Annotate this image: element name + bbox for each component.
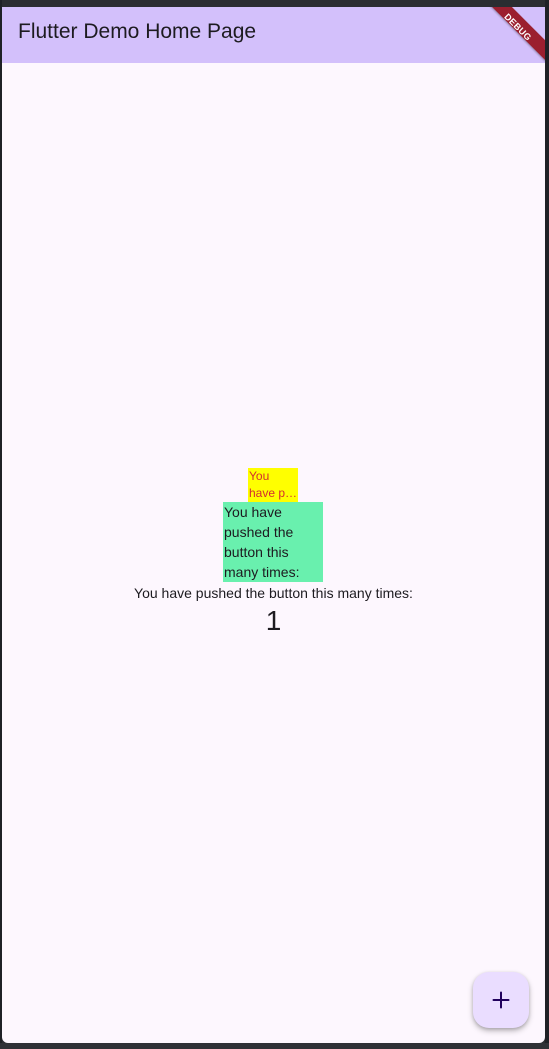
increment-button[interactable] xyxy=(473,972,529,1028)
app-title: Flutter Demo Home Page xyxy=(18,20,257,43)
app-bar: Flutter Demo Home Page xyxy=(2,7,545,63)
counter-value: 1 xyxy=(265,605,282,636)
yellow-box-text: Youhave pushed the button this many time… xyxy=(249,469,298,500)
app-window: Flutter Demo Home Page DEBUG You have pus… xyxy=(2,7,545,1043)
green-box-text: You have pushed the button this many tim… xyxy=(224,504,300,580)
add-icon xyxy=(492,991,510,1009)
green-text-box: You have pushed the button this many tim… xyxy=(223,502,323,582)
bottom-status-bar xyxy=(0,1043,549,1049)
counter-label: You have pushed the button this many tim… xyxy=(134,585,413,601)
background-panel-right xyxy=(545,0,549,1049)
yellow-text-box: Youhave pushed the button this many time… xyxy=(248,468,298,502)
